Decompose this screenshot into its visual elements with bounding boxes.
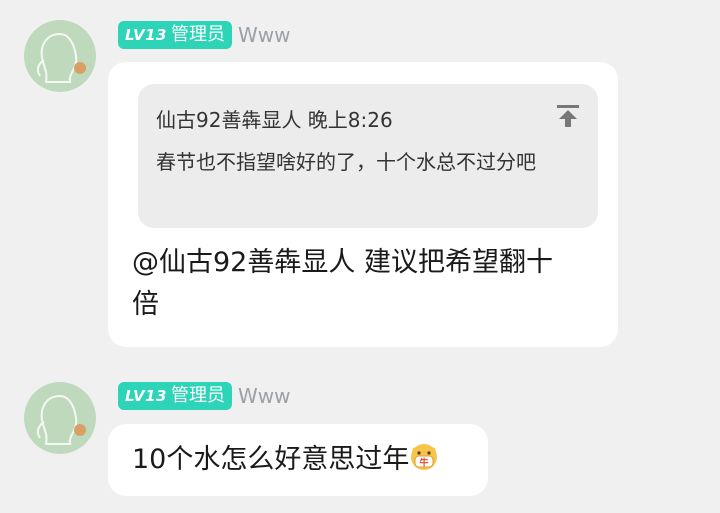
quoted-message[interactable]: 仙古92善犇显人 晚上8:26 春节也不指望啥好的了，十个水总不过分吧	[138, 84, 598, 228]
cow-face-mask-emoji-icon: 牛	[409, 442, 439, 472]
admin-badge: LV13 管理员	[118, 382, 232, 410]
svg-text:牛: 牛	[420, 457, 429, 469]
avatar[interactable]	[24, 20, 96, 92]
quote-author-time: 仙古92善犇显人 晚上8:26	[156, 108, 393, 132]
message-text: 10个水怎么好意思过年	[132, 444, 410, 475]
sender-info: LV13 管理员 Www	[118, 381, 290, 411]
username[interactable]: Www	[238, 384, 291, 408]
message-bubble[interactable]: 仙古92善犇显人 晚上8:26 春节也不指望啥好的了，十个水总不过分吧 @仙古9…	[108, 62, 618, 347]
sender-info: LV13 管理员 Www	[118, 20, 290, 50]
jump-to-top-icon[interactable]	[554, 102, 582, 130]
message-text-line: 倍	[132, 289, 159, 320]
avatar-sketch-icon	[36, 32, 86, 83]
role-label: 管理员	[170, 24, 225, 45]
level-label: LV13	[125, 26, 167, 44]
avatar[interactable]	[24, 382, 96, 454]
message-bubble[interactable]: 10个水怎么好意思过年 牛	[108, 424, 488, 496]
avatar-sketch-icon	[36, 394, 86, 445]
message-text-container: 10个水怎么好意思过年 牛	[132, 439, 439, 481]
quote-text: 春节也不指望啥好的了，十个水总不过分吧	[156, 150, 536, 174]
level-label: LV13	[125, 387, 167, 405]
message-text: @仙古92善犇显人 建议把希望翻十 倍	[132, 242, 553, 326]
username[interactable]: Www	[238, 23, 291, 47]
role-label: 管理员	[170, 385, 225, 406]
admin-badge: LV13 管理员	[118, 21, 232, 49]
message-text-line: @仙古92善犇显人 建议把希望翻十	[132, 247, 553, 278]
